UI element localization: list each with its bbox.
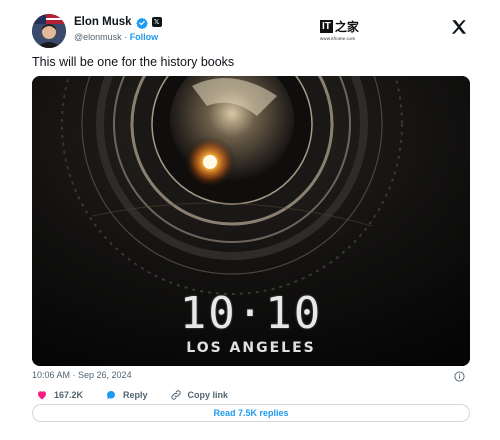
- copy-link-button[interactable]: Copy link: [170, 389, 229, 401]
- x-logo-icon[interactable]: [450, 18, 468, 36]
- link-icon: [170, 389, 182, 401]
- verified-badge-icon: [135, 16, 148, 30]
- like-button[interactable]: 167.2K: [36, 389, 83, 401]
- info-icon[interactable]: [454, 369, 465, 382]
- heart-icon: [36, 389, 48, 401]
- ithome-url: www.ithome.com: [320, 36, 356, 41]
- author-name-row: Elon Musk 𝕏: [74, 16, 162, 30]
- tweet-media-image[interactable]: 10·10 LOS ANGELES: [32, 76, 470, 366]
- event-date: 10·10: [179, 288, 323, 339]
- tweet-actions: 167.2K Reply Copy link: [36, 389, 250, 401]
- ithome-watermark: IT 之家 www.ithome.com: [320, 18, 380, 46]
- tweet-card: Elon Musk 𝕏 @elonmusk · Follow IT 之家 www…: [24, 8, 486, 436]
- reply-label: Reply: [123, 390, 148, 400]
- ithome-brand: IT: [320, 20, 333, 33]
- follow-link[interactable]: Follow: [130, 32, 159, 42]
- handle-separator: ·: [124, 32, 128, 42]
- author-handle-row: @elonmusk · Follow: [74, 32, 158, 42]
- copy-link-label: Copy link: [187, 390, 229, 400]
- tweet-text: This will be one for the history books: [32, 55, 235, 69]
- avatar[interactable]: [32, 14, 66, 48]
- event-location: LOS ANGELES: [186, 340, 316, 356]
- reply-icon: [105, 389, 117, 401]
- x-affiliation-icon: 𝕏: [151, 17, 162, 27]
- author-name[interactable]: Elon Musk: [74, 16, 132, 28]
- ithome-brand-cn: 之家: [334, 20, 359, 34]
- author-handle[interactable]: @elonmusk: [74, 32, 122, 42]
- reply-button[interactable]: Reply: [105, 389, 148, 401]
- read-replies-button[interactable]: Read 7.5K replies: [32, 404, 470, 422]
- tweet-timestamp[interactable]: 10:06 AM · Sep 26, 2024: [32, 370, 132, 380]
- like-count: 167.2K: [54, 390, 84, 400]
